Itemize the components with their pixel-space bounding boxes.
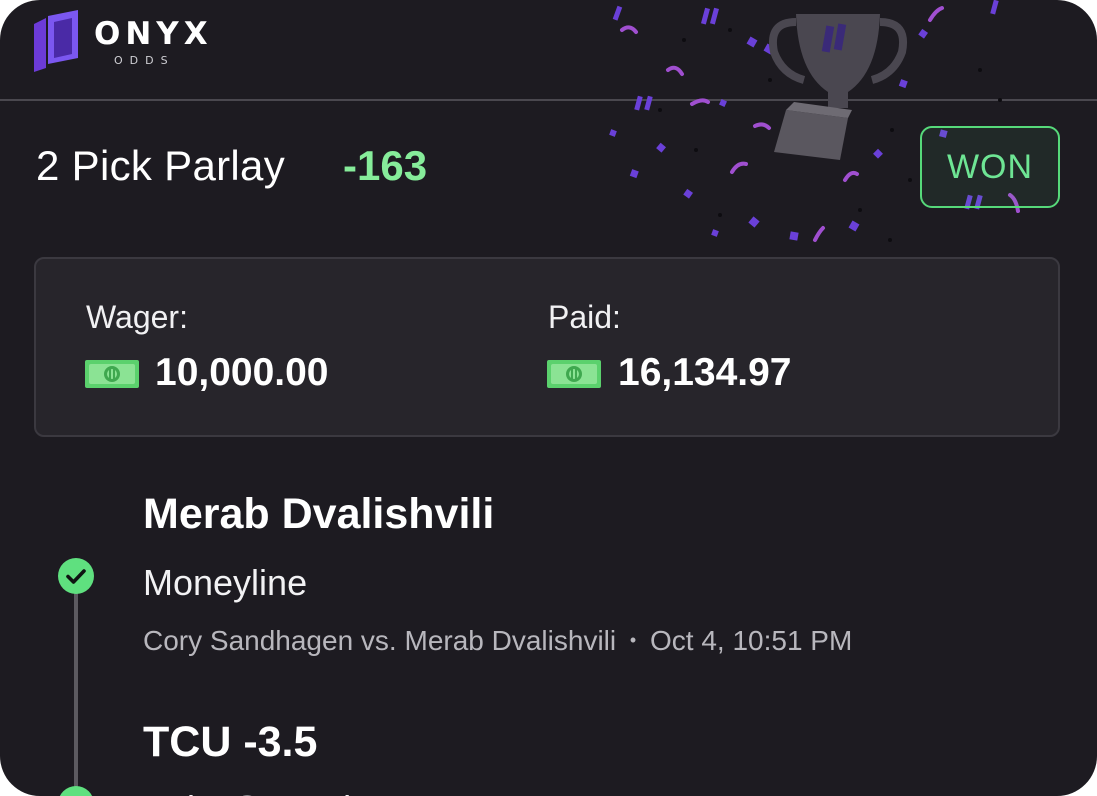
pick-selection: Merab Dvalishvili <box>143 490 495 538</box>
dollar-bill-icon <box>547 360 601 388</box>
trophy-icon <box>769 14 907 160</box>
wager-label: Wager: <box>86 299 188 335</box>
bet-odds: -163 <box>343 142 428 189</box>
pick-market: Point Spread <box>143 788 351 796</box>
pick-time: Oct 4, 10:51 PM <box>649 625 853 656</box>
bet-title: 2 Pick Parlay <box>36 142 285 189</box>
brand-subtitle: ODDS <box>114 54 175 67</box>
pick-selection: TCU -3.5 <box>143 718 318 766</box>
dollar-bill-icon <box>85 360 139 388</box>
pick-event: Cory Sandhagen vs. Merab Dvalishvili <box>143 625 617 656</box>
pick-market: Moneyline <box>143 562 308 603</box>
pick-event-info: Cory Sandhagen vs. Merab Dvalishvili • O… <box>143 625 852 657</box>
check-circle-icon <box>58 558 94 594</box>
onyx-logo-icon <box>34 10 78 72</box>
bet-card: ONYX ODDS 2 Pick Parlay -163 WON Wager: … <box>0 0 1097 796</box>
check-circle-icon <box>59 786 93 796</box>
meta-separator: • <box>629 630 637 650</box>
wager-amount: 10,000.00 <box>155 351 329 394</box>
paid-amount: 16,134.97 <box>618 351 792 394</box>
status-badge: WON <box>920 126 1060 208</box>
paid-label: Paid: <box>548 299 621 335</box>
brand-name: ONYX <box>94 16 213 52</box>
wager-summary: Wager: 10,000.00 Paid: 16,134.97 <box>34 257 1060 437</box>
pick-timeline <box>74 592 78 796</box>
